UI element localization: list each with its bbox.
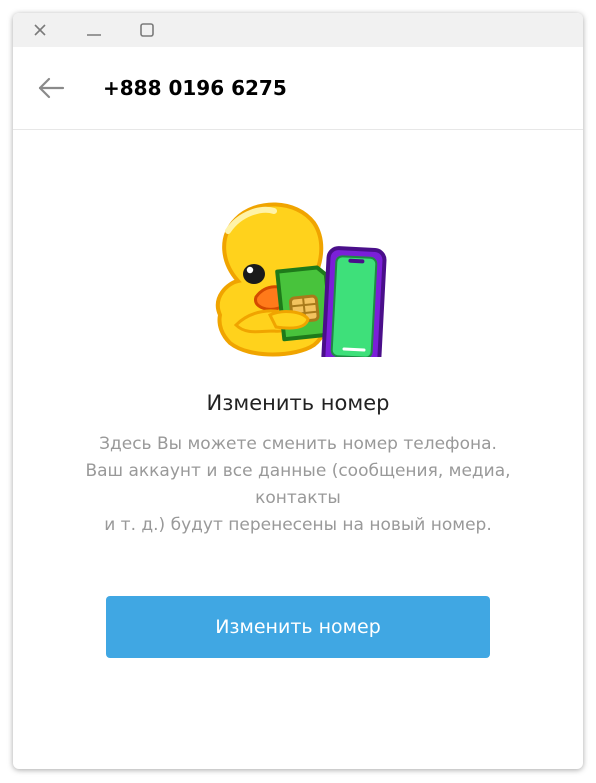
description-line: Здесь Вы можете сменить номер телефона. [99,434,497,454]
minimize-icon [87,34,101,36]
phone-number-title: +888 0196 6275 [103,76,287,100]
maximize-button[interactable] [135,18,159,42]
description-line: Ваш аккаунт и все данные (сообщения, мед… [85,461,511,481]
change-number-window: +888 0196 6275 Изменить номер Здесь Вы м… [13,13,583,769]
close-button[interactable] [28,18,52,42]
close-icon [34,24,46,36]
duck-sticker [210,197,388,370]
description-line: контакты [255,488,341,508]
header: +888 0196 6275 [13,47,583,130]
description-line: и т. д.) будут перенесены на новый номер… [104,515,492,535]
arrow-left-icon [38,77,65,99]
duck-sticker-image [216,202,387,370]
change-number-button[interactable]: Изменить номер [106,596,490,658]
page-heading: Изменить номер [206,391,390,415]
title-bar [13,13,583,47]
maximize-icon [140,23,154,37]
description: Здесь Вы можете сменить номер телефона. … [53,431,543,539]
minimize-button[interactable] [82,18,106,42]
back-button[interactable] [37,75,65,101]
